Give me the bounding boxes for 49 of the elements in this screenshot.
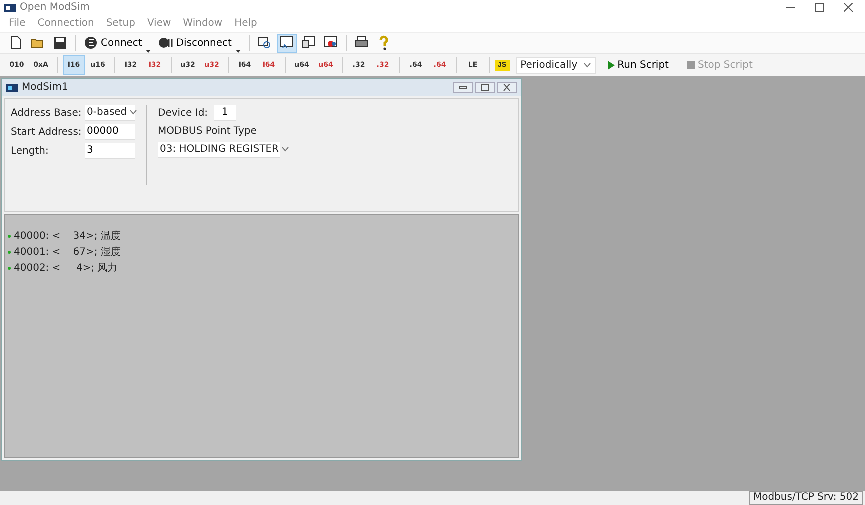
play-icon (608, 60, 615, 70)
app-icon (4, 4, 16, 12)
menu-item[interactable]: Setup (101, 18, 140, 29)
address-base-dropdown[interactable]: 0-based (85, 105, 135, 121)
restore-button[interactable] (475, 82, 495, 93)
close-icon[interactable] (844, 3, 853, 12)
child-window-title: ModSim1 (22, 82, 68, 93)
register-name: 湿度 (100, 246, 121, 259)
menu-item[interactable]: Connection (32, 18, 100, 29)
window-icon (6, 84, 18, 92)
register-address: 40002: (14, 262, 50, 274)
window-title: Open ModSim (20, 2, 90, 13)
maximize-icon[interactable] (815, 3, 824, 12)
register-value: < 34>; (52, 230, 98, 242)
minimize-icon (459, 84, 467, 91)
status-text: Modbus/TCP Srv: 502 (749, 491, 863, 505)
field-label: MODBUS Point Type (158, 126, 258, 137)
field-label: Start Address: (11, 126, 83, 138)
toolbar-button[interactable]: Disconnect (156, 34, 244, 52)
minimize-button[interactable] (453, 82, 473, 93)
display-icon (278, 35, 295, 51)
field-label: Device Id: (158, 108, 208, 118)
menu-item[interactable]: Help (230, 18, 262, 29)
magnifier-icon (256, 35, 273, 51)
start-address-field[interactable]: 00000 (85, 124, 135, 140)
menu-item[interactable]: View (142, 18, 176, 29)
register-address: 40000: (14, 230, 50, 242)
register-value: < 4>; (52, 262, 95, 274)
restore-icon (481, 84, 489, 91)
register-value: < 67>; (52, 246, 98, 258)
field-label: Length: (11, 146, 50, 156)
close-button[interactable] (497, 82, 517, 93)
run-script-button[interactable]: Run Script (602, 58, 675, 72)
menu-item[interactable]: Window (178, 18, 228, 29)
length-field[interactable]: 3 (85, 143, 135, 159)
toolbar-button[interactable]: Connect (81, 34, 154, 52)
display-button[interactable] (276, 34, 297, 52)
register-address: 40001: (14, 246, 50, 258)
caret-icon (282, 147, 289, 152)
caret-icon (584, 62, 591, 68)
register-name: 温度 (100, 230, 121, 243)
stop-icon (686, 61, 695, 69)
mode-dropdown[interactable]: Periodically (516, 56, 596, 74)
device-id-field[interactable]: 1 (214, 105, 236, 121)
register-name: 风力 (98, 262, 118, 275)
menu-item[interactable]: File (4, 18, 31, 29)
caret-icon (130, 110, 138, 115)
close-icon (503, 84, 511, 91)
field-label: Address Base: (11, 108, 83, 118)
